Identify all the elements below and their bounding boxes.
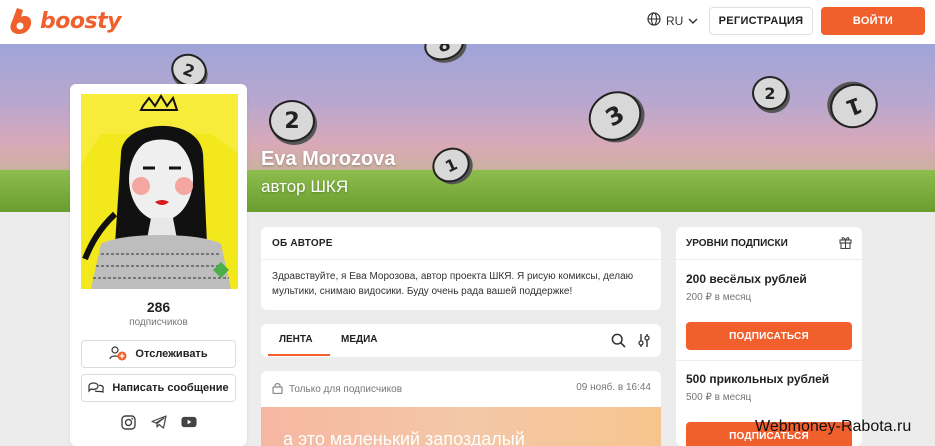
- author-name: Eva Morozova: [261, 148, 396, 170]
- language-code: RU: [666, 13, 684, 28]
- post-access: Только для подписчиков: [272, 382, 402, 397]
- post-preview-text: а это маленький запоздалый: [283, 429, 525, 446]
- gift-icon: [839, 235, 852, 252]
- subscription-tiers-card: УРОВНИ ПОДПИСКИ 200 весёлых рублей 200 ₽…: [676, 227, 862, 446]
- language-selector[interactable]: RU: [647, 12, 698, 29]
- active-tab-indicator: [268, 354, 330, 356]
- banner-coin: 2: [269, 100, 315, 142]
- boosty-logo-icon: [8, 6, 34, 36]
- add-follow-icon: [109, 345, 127, 364]
- tier-title: 500 прикольных рублей: [686, 372, 830, 386]
- banner-coin: 1: [823, 77, 885, 135]
- tiers-heading-row: УРОВНИ ПОДПИСКИ: [676, 227, 862, 260]
- logo-text: boosty: [40, 8, 121, 34]
- watermark: Webmoney-Rabota.ru: [755, 418, 912, 435]
- banner-coin: 2: [752, 76, 788, 110]
- about-author-card: ОБ АВТОРЕ Здравствуйте, я Ева Морозова, …: [261, 227, 661, 310]
- about-heading: ОБ АВТОРЕ: [261, 227, 661, 260]
- chevron-down-icon: [688, 14, 698, 28]
- send-message-label: Написать сообщение: [112, 382, 229, 394]
- lock-icon: [272, 382, 283, 397]
- avatar: [81, 94, 238, 289]
- tab-media[interactable]: МЕДИА: [341, 334, 378, 345]
- feed-tabs: ЛЕНТА МЕДИА: [261, 324, 661, 357]
- boosty-logo[interactable]: boosty: [8, 6, 121, 36]
- post-card[interactable]: Только для подписчиков 09 нояб. в 16:44 …: [261, 371, 661, 446]
- register-button[interactable]: РЕГИСТРАЦИЯ: [709, 7, 813, 35]
- subscriber-count: 286: [146, 299, 171, 315]
- tier-price: 500 ₽ в месяц: [686, 392, 752, 403]
- profile-card: 286 подписчиков Отслеживать Написать соо…: [70, 84, 247, 446]
- login-button[interactable]: ВОЙТИ: [821, 7, 925, 35]
- about-text: Здравствуйте, я Ева Морозова, автор прое…: [272, 271, 634, 297]
- tab-feed[interactable]: ЛЕНТА: [279, 334, 313, 345]
- top-header: boosty RU РЕГИСТРАЦИЯ ВОЙТИ: [0, 0, 935, 44]
- instagram-icon[interactable]: [121, 414, 137, 430]
- tier-price: 200 ₽ в месяц: [686, 292, 752, 303]
- banner-coin: 3: [579, 81, 651, 151]
- banner-coin: 8: [420, 44, 468, 65]
- follow-label: Отслеживать: [135, 348, 208, 360]
- tiers-heading: УРОВНИ ПОДПИСКИ: [686, 238, 788, 249]
- filter-icon[interactable]: [637, 333, 651, 353]
- access-label: Только для подписчиков: [289, 384, 403, 395]
- divider: [676, 360, 862, 361]
- author-subtitle: автор ШКЯ: [261, 177, 349, 196]
- tier-title: 200 весёлых рублей: [686, 272, 807, 286]
- follow-button[interactable]: Отслеживать: [81, 340, 236, 368]
- subscribe-button[interactable]: ПОДПИСАТЬСЯ: [686, 322, 852, 350]
- subscriber-label: подписчиков: [129, 317, 188, 328]
- chat-bubbles-icon: [88, 380, 105, 397]
- post-date: 09 нояб. в 16:44: [576, 382, 651, 393]
- telegram-icon[interactable]: [150, 414, 167, 430]
- social-links: [70, 414, 247, 430]
- youtube-icon[interactable]: [180, 414, 197, 430]
- post-preview-image: а это маленький запоздалый: [261, 407, 661, 446]
- globe-icon: [647, 12, 661, 29]
- search-icon[interactable]: [611, 333, 626, 353]
- send-message-button[interactable]: Написать сообщение: [81, 374, 236, 402]
